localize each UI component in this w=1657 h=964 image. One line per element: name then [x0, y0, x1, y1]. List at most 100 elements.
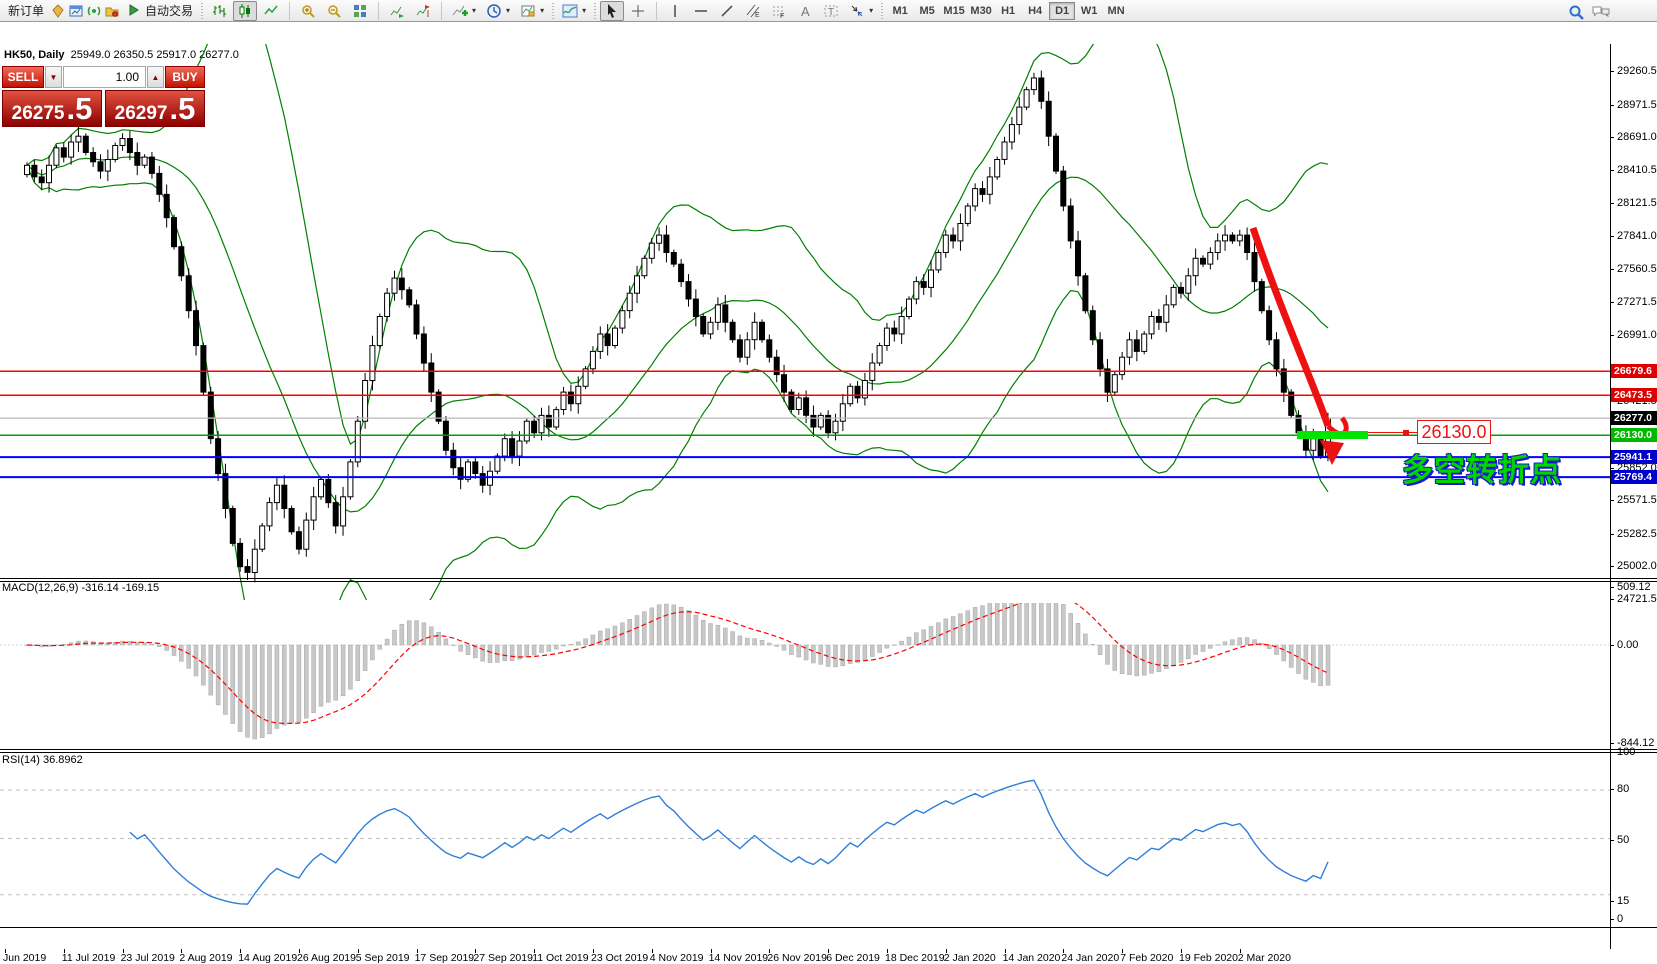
time-axis-tick — [299, 949, 300, 953]
navigator-icon[interactable] — [104, 3, 120, 19]
pane-separator[interactable] — [0, 578, 1657, 579]
autotrading-label: 自动交易 — [145, 4, 194, 18]
pane-separator[interactable] — [0, 752, 1657, 753]
price-tag-anchor[interactable] — [1403, 430, 1409, 436]
indicator-scale-label: 80 — [1617, 783, 1630, 795]
time-axis-label: 27 Sep 2019 — [473, 952, 533, 964]
price-tag-label[interactable]: 26130.0 — [1417, 420, 1491, 444]
green-highlight-bar[interactable] — [1297, 431, 1368, 439]
time-axis-label: 2 Mar 2020 — [1237, 952, 1291, 964]
time-axis-label: Jun 2019 — [3, 952, 47, 964]
time-axis-tick — [181, 949, 183, 953]
svg-text:F: F — [780, 13, 784, 19]
main-price-chart[interactable] — [0, 44, 1610, 600]
trendline-button[interactable] — [715, 1, 739, 21]
price-badge: 25941.1 — [1611, 450, 1657, 465]
candlestick-chart-button[interactable] — [233, 0, 258, 21]
time-axis-tick — [828, 949, 830, 953]
time-axis-label: 18 Dec 2019 — [885, 952, 945, 964]
buy-price-fraction: .5 — [169, 91, 196, 126]
turning-point-note[interactable]: 多空转折点 — [1402, 445, 1562, 490]
volume-decrease-button[interactable]: ▼ — [45, 66, 62, 88]
text-button[interactable]: A — [793, 1, 817, 21]
timeframe-m30[interactable]: M30 — [968, 2, 994, 20]
zoom-out-button[interactable] — [322, 1, 346, 21]
price-axis-tick — [1610, 104, 1614, 106]
fibonacci-button[interactable]: F — [767, 1, 791, 21]
market-watch-icon[interactable] — [86, 3, 102, 19]
price-axis-tick — [1610, 533, 1614, 535]
search-icon[interactable] — [1567, 3, 1584, 20]
pane-separator[interactable] — [0, 581, 1657, 582]
sell-button[interactable]: SELL — [2, 66, 44, 88]
timeframe-m15[interactable]: M15 — [941, 2, 967, 20]
timeframe-h4[interactable]: H4 — [1022, 2, 1048, 20]
zoom-in-button[interactable] — [296, 1, 320, 21]
time-axis-tick — [945, 949, 947, 953]
arrows-dropdown-caret[interactable]: ▾ — [869, 6, 873, 15]
chart-shift-button[interactable] — [411, 1, 435, 21]
horizontal-line-button[interactable] — [689, 1, 713, 21]
one-click-trading-panel: SELL ▼ ▲ BUY 26275 .5 26297 .5 — [2, 66, 205, 127]
equidistant-channel-button[interactable]: E — [741, 1, 765, 21]
cursor-button[interactable] — [600, 0, 625, 21]
indicator-scale-label: 100 — [1617, 746, 1636, 758]
price-axis-tick — [1610, 467, 1614, 469]
sell-price: 26275 — [11, 103, 65, 124]
indicator-scale-label: 0.00 — [1617, 639, 1639, 651]
line-chart-button[interactable] — [259, 1, 283, 21]
timeframe-mn[interactable]: MN — [1103, 2, 1129, 20]
time-axis-label: 11 Jul 2019 — [61, 952, 116, 964]
svg-text:E: E — [755, 12, 760, 19]
bar-chart-button[interactable] — [207, 1, 231, 21]
gem-icon[interactable] — [50, 3, 66, 19]
new-chart-icon[interactable] — [68, 3, 84, 19]
auto-scroll-button[interactable] — [385, 1, 409, 21]
volume-input[interactable] — [63, 66, 146, 88]
price-axis-line[interactable] — [1610, 44, 1611, 949]
new-order-button[interactable]: 新订单 — [4, 1, 48, 21]
macd-indicator-pane[interactable] — [0, 603, 1610, 771]
time-axis-label: 6 Dec 2019 — [826, 952, 880, 964]
vertical-line-button[interactable] — [663, 1, 687, 21]
autotrading-button[interactable]: 自动交易 — [122, 1, 197, 21]
sell-price-box[interactable]: 26275 .5 — [2, 90, 102, 127]
indicators-dropdown-caret[interactable]: ▾ — [472, 6, 476, 15]
rsi-indicator-pane[interactable] — [0, 774, 1610, 949]
timeframe-m5[interactable]: M5 — [914, 2, 940, 20]
price-axis-tick — [1610, 302, 1614, 304]
time-axis-tick — [769, 949, 771, 953]
time-axis-tick — [475, 949, 477, 953]
volume-increase-button[interactable]: ▲ — [147, 66, 164, 88]
periods-dropdown-caret[interactable]: ▾ — [506, 6, 510, 15]
macd-label: MACD(12,26,9) -316.14 -169.15 — [2, 582, 160, 594]
tile-windows-button[interactable] — [348, 1, 372, 21]
price-tick-label: 29260.5 — [1617, 65, 1657, 77]
pane-separator[interactable] — [0, 749, 1657, 750]
time-axis-label: 24 Jan 2020 — [1061, 952, 1120, 964]
timeframe-h1[interactable]: H1 — [995, 2, 1021, 20]
chart-type-button[interactable]: ▾ — [558, 1, 590, 21]
timeframe-group: M1 M5 M15 M30 H1 H4 D1 W1 MN — [887, 1, 1129, 20]
price-tick-label: 28971.5 — [1617, 98, 1657, 111]
buy-button[interactable]: BUY — [165, 66, 205, 88]
time-axis-tick — [357, 949, 359, 953]
templates-dropdown-caret[interactable]: ▾ — [540, 6, 544, 15]
timeframe-m1[interactable]: M1 — [887, 2, 913, 20]
price-axis-tick — [1610, 169, 1614, 171]
timeframe-w1[interactable]: W1 — [1076, 2, 1102, 20]
price-tick-label: 25571.5 — [1617, 494, 1657, 507]
crosshair-button[interactable] — [626, 1, 650, 21]
time-axis-label: 17 Sep 2019 — [414, 952, 475, 964]
buy-price-box[interactable]: 26297 .5 — [105, 90, 205, 127]
timeframe-d1[interactable]: D1 — [1049, 1, 1076, 20]
templates-button[interactable]: ▾ — [516, 1, 548, 21]
arrows-button[interactable]: ▾ — [845, 1, 877, 21]
periods-button[interactable]: ▾ — [482, 1, 514, 21]
price-axis-tick — [1610, 566, 1614, 568]
chart-type-dropdown-caret[interactable]: ▾ — [582, 6, 586, 15]
indicators-button[interactable]: ▾ — [448, 1, 480, 21]
text-label-button[interactable]: T — [819, 1, 843, 21]
time-axis-tick — [1004, 949, 1006, 953]
chat-icon[interactable] — [1591, 3, 1610, 19]
